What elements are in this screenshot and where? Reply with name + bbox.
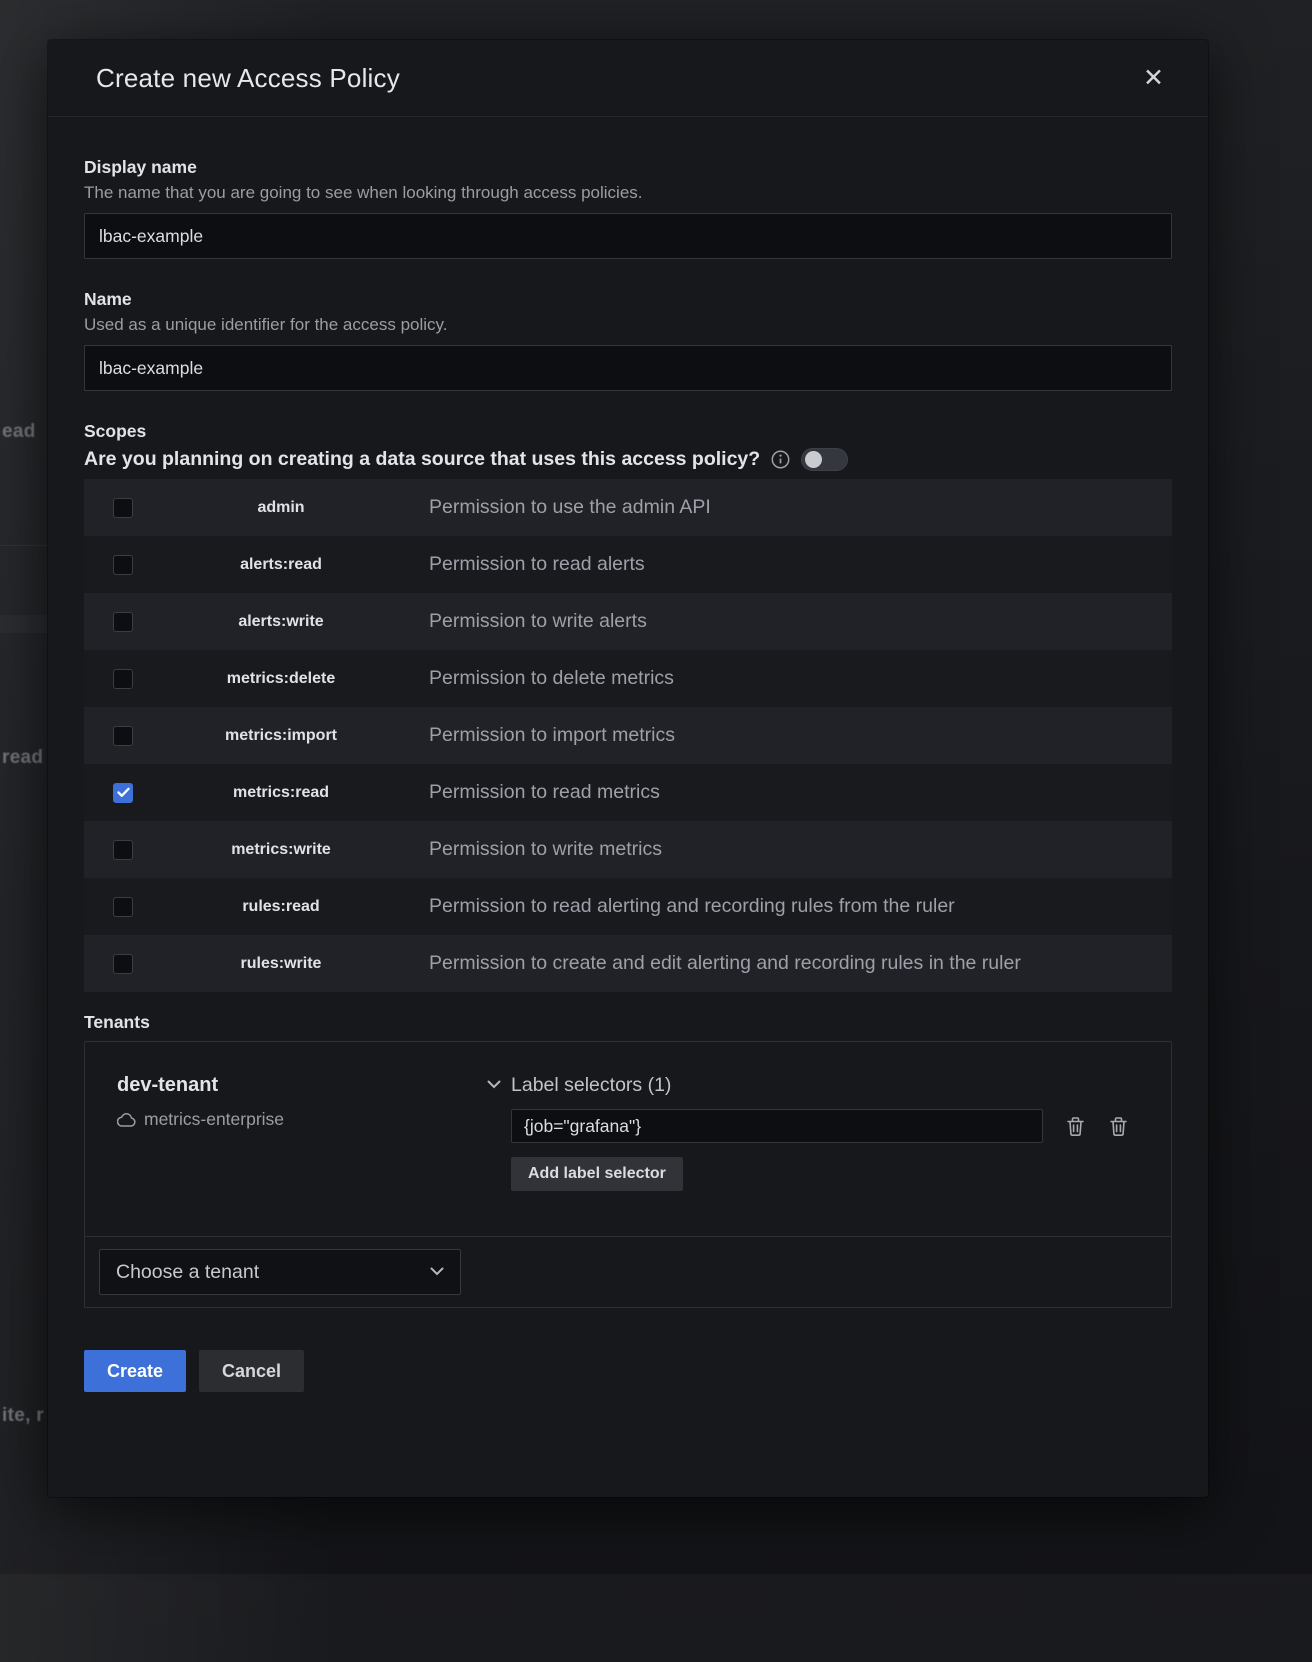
scope-row-metrics:import: metrics:importPermission to import metri…: [84, 707, 1172, 764]
scope-description: Permission to read alerting and recordin…: [429, 890, 1094, 923]
tenants-panel: dev-tenant metrics-enterprise: [84, 1041, 1172, 1308]
scope-checkbox-metrics:read[interactable]: [113, 783, 133, 803]
modal-body: Display name The name that you are going…: [48, 117, 1208, 1392]
scope-checkbox-alerts:read[interactable]: [113, 555, 133, 575]
scope-checkbox-rules:read[interactable]: [113, 897, 133, 917]
modal-actions: Create Cancel: [84, 1350, 1172, 1392]
toggle-knob: [805, 451, 822, 468]
scope-list: adminPermission to use the admin APIaler…: [84, 479, 1172, 992]
scope-description: Permission to read alerts: [429, 548, 1094, 581]
info-circle-icon[interactable]: [771, 450, 790, 469]
name-description: Used as a unique identifier for the acce…: [84, 315, 1172, 335]
display-name-input[interactable]: [84, 213, 1172, 259]
create-access-policy-modal: Create new Access Policy ✕ Display name …: [48, 40, 1208, 1497]
backdrop-text-fragment: read: [2, 747, 43, 769]
scope-description: Permission to write metrics: [429, 833, 1094, 866]
scope-name: alerts:write: [133, 613, 429, 631]
scope-name: alerts:read: [133, 556, 429, 574]
scope-row-alerts:write: alerts:writePermission to write alerts: [84, 593, 1172, 650]
choose-tenant-select[interactable]: Choose a tenant: [99, 1249, 461, 1295]
backdrop-card-fragment: [0, 615, 48, 633]
tenant-source: metrics-enterprise: [117, 1109, 511, 1130]
scope-name: metrics:delete: [133, 670, 429, 688]
datasource-question: Are you planning on creating a data sour…: [84, 448, 760, 471]
tenant-name: dev-tenant: [117, 1074, 511, 1097]
scope-description: Permission to import metrics: [429, 719, 1094, 752]
scope-checkbox-metrics:import[interactable]: [113, 726, 133, 746]
cloud-icon: [117, 1113, 136, 1127]
datasource-toggle[interactable]: [801, 448, 848, 471]
tenant-info: dev-tenant metrics-enterprise: [117, 1074, 511, 1191]
tenants-label: Tenants: [84, 1012, 1172, 1033]
backdrop-card-edge: [0, 545, 48, 546]
scope-row-metrics:write: metrics:writePermission to write metrics: [84, 821, 1172, 878]
scope-description: Permission to create and edit alerting a…: [429, 947, 1094, 980]
create-button[interactable]: Create: [84, 1350, 186, 1392]
scope-checkbox-metrics:write[interactable]: [113, 840, 133, 860]
choose-tenant-row: Choose a tenant: [85, 1237, 1171, 1307]
backdrop-text-fragment: ead: [2, 421, 36, 443]
scopes-question-row: Are you planning on creating a data sour…: [84, 448, 1172, 471]
modal-header: Create new Access Policy ✕: [48, 40, 1208, 117]
scope-row-rules:write: rules:writePermission to create and edit…: [84, 935, 1172, 992]
scope-description: Permission to use the admin API: [429, 491, 1094, 524]
label-selectors-toggle[interactable]: Label selectors (1): [511, 1074, 1139, 1097]
add-label-selector-button[interactable]: Add label selector: [511, 1157, 683, 1191]
scope-name: metrics:import: [133, 727, 429, 745]
scope-name: rules:write: [133, 955, 429, 973]
name-field: Name Used as a unique identifier for the…: [84, 289, 1172, 391]
scope-checkbox-alerts:write[interactable]: [113, 612, 133, 632]
delete-selector-trash-icon[interactable]: [1065, 1115, 1086, 1138]
tenant-selectors: Label selectors (1): [511, 1074, 1139, 1191]
scopes-label: Scopes: [84, 421, 1172, 442]
scope-row-metrics:delete: metrics:deletePermission to delete metri…: [84, 650, 1172, 707]
close-icon[interactable]: ✕: [1143, 66, 1164, 91]
scope-name: metrics:read: [133, 784, 429, 802]
cancel-button[interactable]: Cancel: [199, 1350, 304, 1392]
delete-tenant-trash-icon[interactable]: [1108, 1115, 1129, 1138]
scope-name: rules:read: [133, 898, 429, 916]
scope-row-metrics:read: metrics:readPermission to read metrics: [84, 764, 1172, 821]
scope-name: admin: [133, 499, 429, 517]
display-name-label: Display name: [84, 157, 1172, 178]
label-selectors-count: Label selectors (1): [511, 1074, 671, 1097]
chevron-down-icon: [430, 1263, 444, 1281]
label-selector-row: [511, 1109, 1139, 1143]
scope-row-admin: adminPermission to use the admin API: [84, 479, 1172, 536]
display-name-field: Display name The name that you are going…: [84, 157, 1172, 259]
scope-name: metrics:write: [133, 841, 429, 859]
scope-row-rules:read: rules:readPermission to read alerting an…: [84, 878, 1172, 935]
name-label: Name: [84, 289, 1172, 310]
scope-description: Permission to delete metrics: [429, 662, 1094, 695]
backdrop-text-fragment: ite, r: [2, 1405, 44, 1427]
scope-checkbox-rules:write[interactable]: [113, 954, 133, 974]
scope-checkbox-admin[interactable]: [113, 498, 133, 518]
tenant-source-label: metrics-enterprise: [144, 1109, 284, 1130]
backdrop-bottom-band: [0, 1574, 1312, 1662]
tenant-row-dev-tenant: dev-tenant metrics-enterprise: [85, 1042, 1171, 1236]
chevron-down-icon: [487, 1076, 501, 1094]
scope-row-alerts:read: alerts:readPermission to read alerts: [84, 536, 1172, 593]
scope-checkbox-metrics:delete[interactable]: [113, 669, 133, 689]
scope-description: Permission to write alerts: [429, 605, 1094, 638]
choose-tenant-placeholder: Choose a tenant: [116, 1261, 259, 1284]
modal-title: Create new Access Policy: [96, 63, 400, 94]
display-name-description: The name that you are going to see when …: [84, 183, 1172, 203]
name-input[interactable]: [84, 345, 1172, 391]
label-selector-input[interactable]: [511, 1109, 1043, 1143]
scope-description: Permission to read metrics: [429, 776, 1094, 809]
